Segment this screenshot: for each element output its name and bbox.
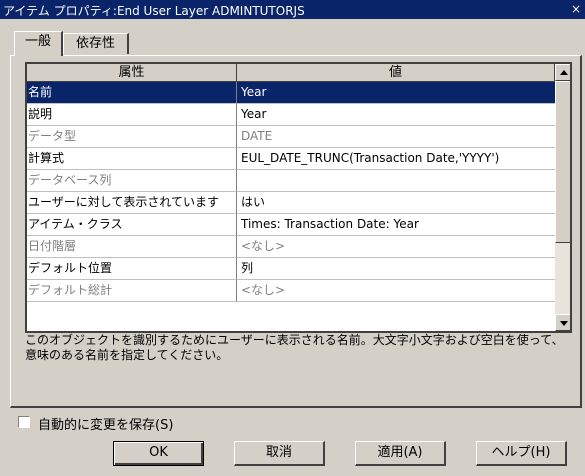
tab-general[interactable]: 一般: [14, 31, 63, 56]
title-bar: アイテム プロパティ:End User Layer ADMINTUTORJS ×: [0, 0, 585, 19]
cancel-button[interactable]: 取消: [234, 441, 325, 466]
apply-button[interactable]: 適用(A): [355, 441, 446, 466]
property-value[interactable]: Times: Transaction Date: Year: [237, 214, 555, 236]
grid-row-database-column[interactable]: データベース列: [27, 170, 555, 192]
property-value: DATE: [237, 126, 555, 148]
grid-row-default-aggregate[interactable]: デフォルト総計 <なし>: [27, 280, 555, 302]
property-label: ユーザーに対して表示されています: [27, 192, 237, 214]
tab-dependencies[interactable]: 依存性: [63, 33, 129, 54]
autosave-checkbox[interactable]: [18, 416, 30, 428]
grid-row-item-class[interactable]: アイテム・クラス Times: Transaction Date: Year: [27, 214, 555, 236]
property-value: [237, 170, 555, 192]
property-grid: 属性 値 名前 Year 説明 Year データ型 DATE 計算式 EUL_D…: [25, 62, 572, 333]
grid-row-description[interactable]: 説明 Year: [27, 104, 555, 126]
column-header-property[interactable]: 属性: [27, 64, 237, 82]
column-header-value[interactable]: 値: [237, 64, 555, 82]
arrow-up-icon: [560, 70, 568, 75]
property-value[interactable]: Year: [237, 82, 555, 104]
property-value[interactable]: 列: [237, 258, 555, 280]
arrow-down-icon: [560, 321, 568, 326]
grid-row-date-hierarchy[interactable]: 日付階層 <なし>: [27, 236, 555, 258]
property-label: データ型: [27, 126, 237, 148]
property-label: データベース列: [27, 170, 237, 192]
ok-button[interactable]: OK: [113, 441, 204, 466]
property-description: このオブジェクトを識別するためにユーザーに表示される名前。大文字小文字および空白…: [25, 333, 564, 362]
property-label: 計算式: [27, 148, 237, 170]
scroll-up-button[interactable]: [555, 64, 570, 81]
grid-row-formula[interactable]: 計算式 EUL_DATE_TRUNC(Transaction Date,'YYY…: [27, 148, 555, 170]
close-icon[interactable]: ×: [571, 2, 581, 16]
scroll-thumb[interactable]: [555, 81, 570, 243]
autosave-label[interactable]: 自動的に変更を保存(S): [38, 414, 173, 433]
vertical-scrollbar[interactable]: [555, 64, 570, 331]
property-value[interactable]: はい: [237, 192, 555, 214]
property-label: 名前: [27, 82, 237, 104]
property-label: 日付階層: [27, 236, 237, 258]
property-label: 説明: [27, 104, 237, 126]
property-label: デフォルト総計: [27, 280, 237, 302]
property-value[interactable]: Year: [237, 104, 555, 126]
grid-row-name[interactable]: 名前 Year: [27, 82, 555, 104]
property-value: <なし>: [237, 280, 555, 302]
window-title: アイテム プロパティ:End User Layer ADMINTUTORJS: [3, 4, 305, 18]
property-value[interactable]: EUL_DATE_TRUNC(Transaction Date,'YYYY'): [237, 148, 555, 170]
property-label: デフォルト位置: [27, 258, 237, 280]
help-button[interactable]: ヘルプ(H): [476, 441, 567, 466]
scroll-down-button[interactable]: [555, 314, 570, 331]
grid-row-visible-to-user[interactable]: ユーザーに対して表示されています はい: [27, 192, 555, 214]
grid-row-data-type[interactable]: データ型 DATE: [27, 126, 555, 148]
property-label: アイテム・クラス: [27, 214, 237, 236]
property-value: <なし>: [237, 236, 555, 258]
grid-row-default-position[interactable]: デフォルト位置 列: [27, 258, 555, 280]
